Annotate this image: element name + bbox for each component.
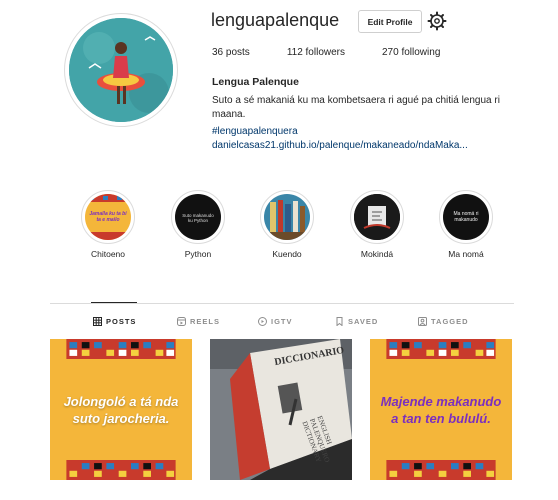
tagged-icon [418,317,427,326]
edit-profile-button[interactable]: Edit Profile [358,10,422,33]
highlight-thumb-text: Jamalla ku ta bi ta e mailo [89,211,127,223]
highlight-python[interactable]: Suto makanudo ku Python Python [168,190,228,259]
post-tile[interactable]: Jolongoló a tá nda suto jarocheria. [50,339,192,480]
post-pattern-bottom [66,460,176,480]
avatar-image [69,18,173,122]
tab-label: IGTV [271,317,293,326]
post-caption-text: Jolongoló a tá nda suto jarocheria. [63,394,179,426]
grid-icon [93,317,102,326]
reels-icon [177,317,186,326]
highlight-ring: Ma nomá ri makanudo [439,190,493,244]
tab-saved[interactable]: SAVED [335,317,378,326]
profile-stats: 36 posts 112 followers 270 following [212,47,477,58]
tab-igtv[interactable]: IGTV [258,317,293,326]
highlight-label: Python [184,249,212,259]
igtv-icon [258,317,267,326]
post-pattern-top [386,339,496,359]
highlight-thumb-text: Ma nomá ri makanudo [453,211,479,223]
highlight-mokinda[interactable]: Mokindá [347,190,407,259]
tab-label: SAVED [348,317,379,326]
post-caption-text: Majende makanudo a tan ten bululú. [380,394,502,426]
post-tile[interactable]: Majende makanudo a tan ten bululú. [370,339,512,480]
highlight-chitoeno[interactable]: Jamalla ku ta bi ta e mailo Chitoeno [78,190,138,259]
highlight-thumbnail [354,194,400,240]
highlight-ring [350,190,404,244]
highlight-kuendo[interactable]: Kuendo [257,190,317,259]
profile-bio: Suto a sé makaniá ku ma kombetsaera ri a… [212,95,500,120]
highlight-ma-noma[interactable]: Ma nomá ri makanudo Ma nomá [436,190,496,259]
post-pattern-top [66,339,176,359]
highlight-thumb-text: Suto makanudo ku Python [182,213,214,223]
following-link[interactable]: 270 following [382,47,440,58]
profile-display-name: Lengua Palenque [212,76,299,88]
post-tile[interactable]: DICCIONARIO ENGLISH PALENQUERO DICTIONAR… [210,339,352,480]
highlight-label: Kuendo [272,249,302,259]
bio-hashtag-link[interactable]: #lenguapalenquera [212,126,298,137]
active-tab-indicator [91,302,137,303]
tabs-divider [50,303,514,304]
tab-reels[interactable]: REELS [177,317,220,326]
highlight-label: Chitoeno [90,249,126,259]
profile-username: lenguapalenque [211,10,340,30]
highlight-thumbnail [264,194,310,240]
tab-label: REELS [190,317,221,326]
highlight-thumbnail: Ma nomá ri makanudo [443,194,489,240]
followers-link[interactable]: 112 followers [287,47,345,58]
settings-gear-icon[interactable] [427,11,447,31]
highlight-label: Mokindá [360,249,394,259]
posts-count: 36 posts [212,47,250,58]
tab-label: TAGGED [431,317,469,326]
highlight-thumbnail: Suto makanudo ku Python [175,194,221,240]
profile-avatar[interactable] [64,13,178,127]
tab-tagged[interactable]: TAGGED [418,317,469,326]
tab-label: POSTS [106,317,137,326]
tab-posts[interactable]: POSTS [93,317,136,326]
bookmark-icon [336,317,343,326]
highlight-label: Ma nomá [448,249,484,259]
highlight-ring: Jamalla ku ta bi ta e mailo [81,190,135,244]
bio-website-link[interactable]: danielcasas21.github.io/palenque/makanea… [212,140,468,151]
highlight-thumbnail: Jamalla ku ta bi ta e mailo [85,194,131,240]
highlight-ring [260,190,314,244]
post-pattern-bottom [386,460,496,480]
highlight-ring: Suto makanudo ku Python [171,190,225,244]
